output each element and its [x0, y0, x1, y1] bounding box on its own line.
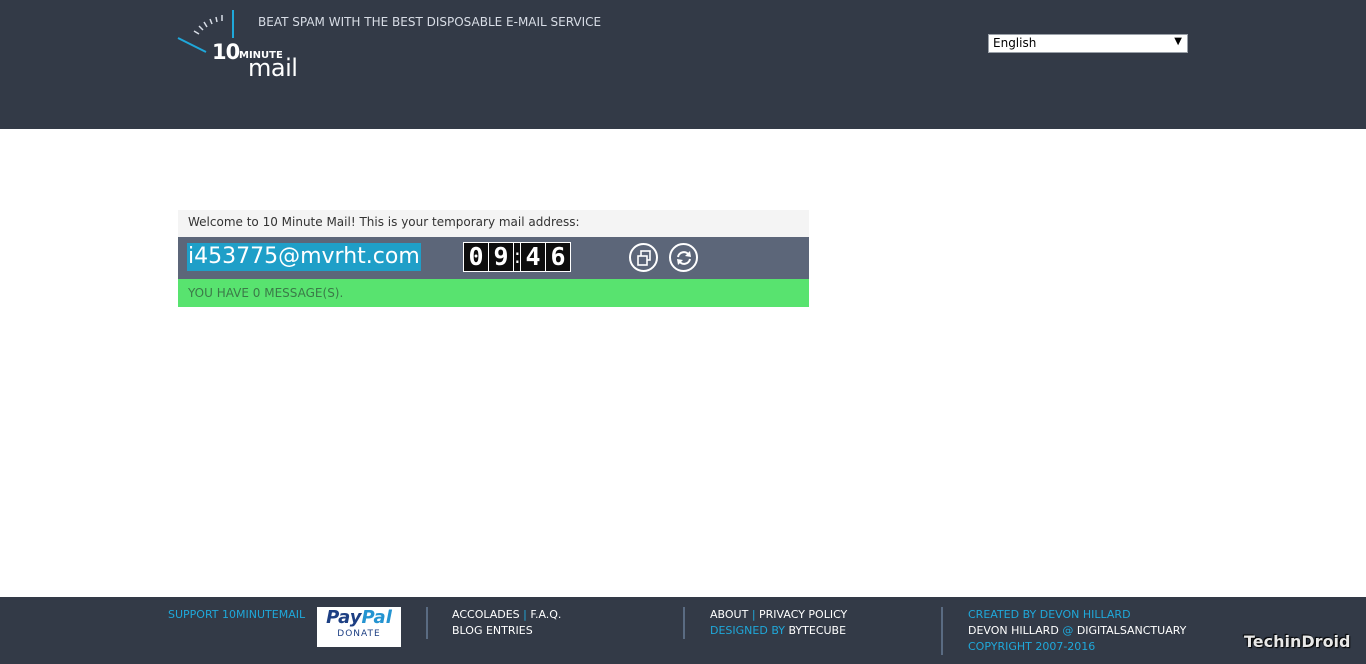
at-symbol: @ [1062, 624, 1074, 637]
refresh-icon [676, 250, 691, 265]
dropdown-arrow-icon: ▼ [1174, 36, 1182, 47]
devon-hillard-link[interactable]: DEVON HILLARD [968, 624, 1059, 637]
site-header: 10 MINUTE mail BEAT SPAM WITH THE BEST D… [0, 0, 1366, 129]
donate-label: DONATE [337, 629, 381, 639]
paypal-logo: PayPal [317, 607, 401, 629]
welcome-text: Welcome to 10 Minute Mail! This is your … [178, 210, 809, 237]
blog-entries-link[interactable]: BLOG ENTRIES [452, 624, 533, 637]
paypal-pay: Pay [326, 607, 362, 628]
site-footer: SUPPORT 10MINUTEMAIL PayPal DONATE ACCOL… [0, 597, 1366, 664]
watermark: TechinDroid [1244, 632, 1351, 651]
footer-divider [426, 607, 428, 639]
timer-digit: 4 [521, 243, 545, 271]
timer-digit: 9 [489, 243, 513, 271]
footer-separator: | [523, 608, 527, 621]
temp-email-address[interactable]: i453775@mvrht.com [187, 243, 421, 271]
footer-divider [683, 607, 685, 639]
language-selected: English [993, 36, 1037, 50]
faq-link[interactable]: F.A.Q. [530, 608, 561, 621]
copy-icon [636, 249, 651, 266]
footer-col-4-row-2: DEVON HILLARD @ DIGITALSANCTUARY [968, 624, 1186, 637]
timer-colon: : [514, 243, 521, 271]
timer-digit: 6 [546, 243, 570, 271]
created-by-text: CREATED BY DEVON HILLARD [968, 608, 1131, 621]
paypal-donate-button[interactable]: PayPal DONATE [317, 607, 401, 647]
mail-address-bar: i453775@mvrht.com 0 9 : 4 6 [178, 237, 809, 279]
support-link[interactable]: SUPPORT 10MINUTEMAIL [168, 608, 305, 621]
digitalsanctuary-link[interactable]: DIGITALSANCTUARY [1077, 624, 1187, 637]
message-count-bar[interactable]: YOU HAVE 0 MESSAGE(S). [178, 279, 809, 307]
footer-col-3-row-2: DESIGNED BY BYTECUBE [710, 624, 846, 637]
footer-separator: | [751, 608, 756, 621]
mail-panel: Welcome to 10 Minute Mail! This is your … [178, 210, 809, 307]
footer-divider [941, 607, 943, 655]
copyright-text: COPYRIGHT 2007-2016 [968, 640, 1096, 653]
privacy-policy-link[interactable]: PRIVACY POLICY [759, 608, 847, 621]
refresh-button[interactable] [669, 243, 698, 272]
accolades-link[interactable]: ACCOLADES [452, 608, 520, 621]
paypal-pal: Pal [361, 607, 392, 628]
language-select[interactable]: English ▼ [988, 34, 1188, 53]
footer-col-2-row-1: ACCOLADES | F.A.Q. [452, 608, 561, 621]
footer-col-3-row-1: ABOUT | PRIVACY POLICY [710, 608, 847, 621]
timer-digit: 0 [464, 243, 488, 271]
about-link[interactable]: ABOUT [710, 608, 748, 621]
logo-number: 10 [212, 40, 240, 64]
countdown-timer: 0 9 : 4 6 [463, 242, 571, 272]
copy-button[interactable] [629, 243, 658, 272]
logo-mail: mail [248, 54, 298, 82]
designed-by-label: DESIGNED BY [710, 624, 785, 637]
bytecube-link[interactable]: BYTECUBE [788, 624, 846, 637]
tagline: BEAT SPAM WITH THE BEST DISPOSABLE E-MAI… [258, 15, 602, 29]
